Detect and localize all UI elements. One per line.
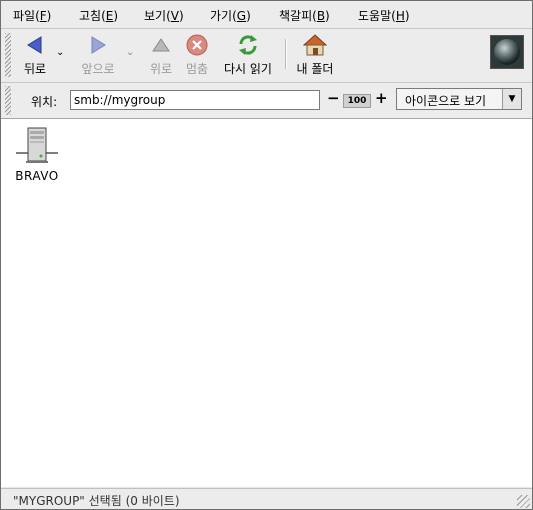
forward-history-chevron-icon[interactable]: ⌄ [126,47,134,58]
up-arrow-icon [152,38,170,52]
dropdown-arrow-icon: ▼ [502,89,521,109]
menu-go-key: G [236,9,247,23]
home-label: 내 폴더 [296,62,334,76]
menu-bookmarks[interactable]: 책갈피(B) [279,7,330,24]
back-arrow-icon [27,36,42,54]
menu-edit[interactable]: 고침(E) [79,7,118,24]
forward-label: 앞으로 [81,62,115,76]
menu-help[interactable]: 도움말(H) [358,7,410,24]
menu-file-end: ) [46,9,52,23]
throbber-orb-icon [491,36,523,68]
up-label: 위로 [149,62,173,76]
up-button[interactable]: 위로 [146,29,176,81]
file-view-area[interactable]: BRAVO [1,119,532,487]
zoom-level[interactable]: 100 [343,94,371,108]
menu-file[interactable]: 파일(F) [13,7,51,24]
back-label: 뒤로 [23,62,47,76]
menu-help-label: 도움말( [358,9,396,23]
home-icon [303,34,327,56]
menu-go[interactable]: 가기(G) [210,7,251,24]
menu-view-label: 보기( [144,9,171,23]
back-button[interactable]: 뒤로 [19,29,51,81]
zoom-out-button[interactable]: − [327,89,340,107]
menu-edit-end: ) [113,9,119,23]
view-mode-label: 아이콘으로 보기 [405,94,487,108]
toolbar-grip[interactable] [5,33,11,77]
menu-file-label: 파일( [13,9,40,23]
location-input[interactable] [70,90,320,110]
stop-icon [186,34,208,56]
view-mode-select[interactable]: 아이콘으로 보기 ▼ [396,88,522,110]
forward-arrow-icon [91,36,106,54]
menu-go-end: ) [246,9,251,23]
menu-bookmarks-end: ) [325,9,330,23]
zoom-in-button[interactable]: + [375,89,388,107]
forward-button[interactable]: 앞으로 [76,29,120,81]
toolbar-separator [285,39,287,69]
menu-bookmarks-key: B [316,9,326,23]
menu-file-key: F [39,9,47,23]
menubar: 파일(F) 고침(E) 보기(V) 가기(G) 책갈피(B) 도움말(H) [1,1,532,29]
menu-edit-label: 고침( [79,9,106,23]
resize-grip-icon[interactable] [517,495,530,508]
file-name: BRAVO [15,169,59,183]
location-bar-grip[interactable] [5,86,11,115]
status-text: "MYGROUP" 선택됨 (0 바이트) [13,494,180,508]
menu-view-end: ) [178,9,184,23]
toolbar: 뒤로 ⌄ 앞으로 ⌄ 위로 멈춤 다시 읽기 내 폴더 [1,29,532,83]
reload-icon [239,35,257,55]
status-bar: "MYGROUP" 선택됨 (0 바이트) [1,488,532,509]
menu-help-key: H [395,9,405,23]
menu-view-key: V [170,9,179,23]
activity-throbber-icon [490,35,524,69]
menu-bookmarks-label: 책갈피( [279,9,317,23]
back-history-chevron-icon[interactable]: ⌄ [56,47,64,58]
reload-label: 다시 읽기 [224,62,272,76]
stop-button[interactable]: 멈춤 [182,29,212,81]
location-label: 위치: [31,95,58,109]
menu-view[interactable]: 보기(V) [144,7,184,24]
file-manager-window: 파일(F) 고침(E) 보기(V) 가기(G) 책갈피(B) 도움말(H) 뒤로… [0,0,533,510]
menu-go-label: 가기( [210,9,237,23]
file-item[interactable]: BRAVO [11,125,63,183]
location-bar: 위치: − 100 + 아이콘으로 보기 ▼ [1,83,532,119]
menu-help-end: ) [404,9,410,23]
server-icon [16,127,58,163]
stop-label: 멈춤 [185,62,209,76]
reload-button[interactable]: 다시 읽기 [217,29,279,81]
home-button[interactable]: 내 폴더 [291,29,339,81]
